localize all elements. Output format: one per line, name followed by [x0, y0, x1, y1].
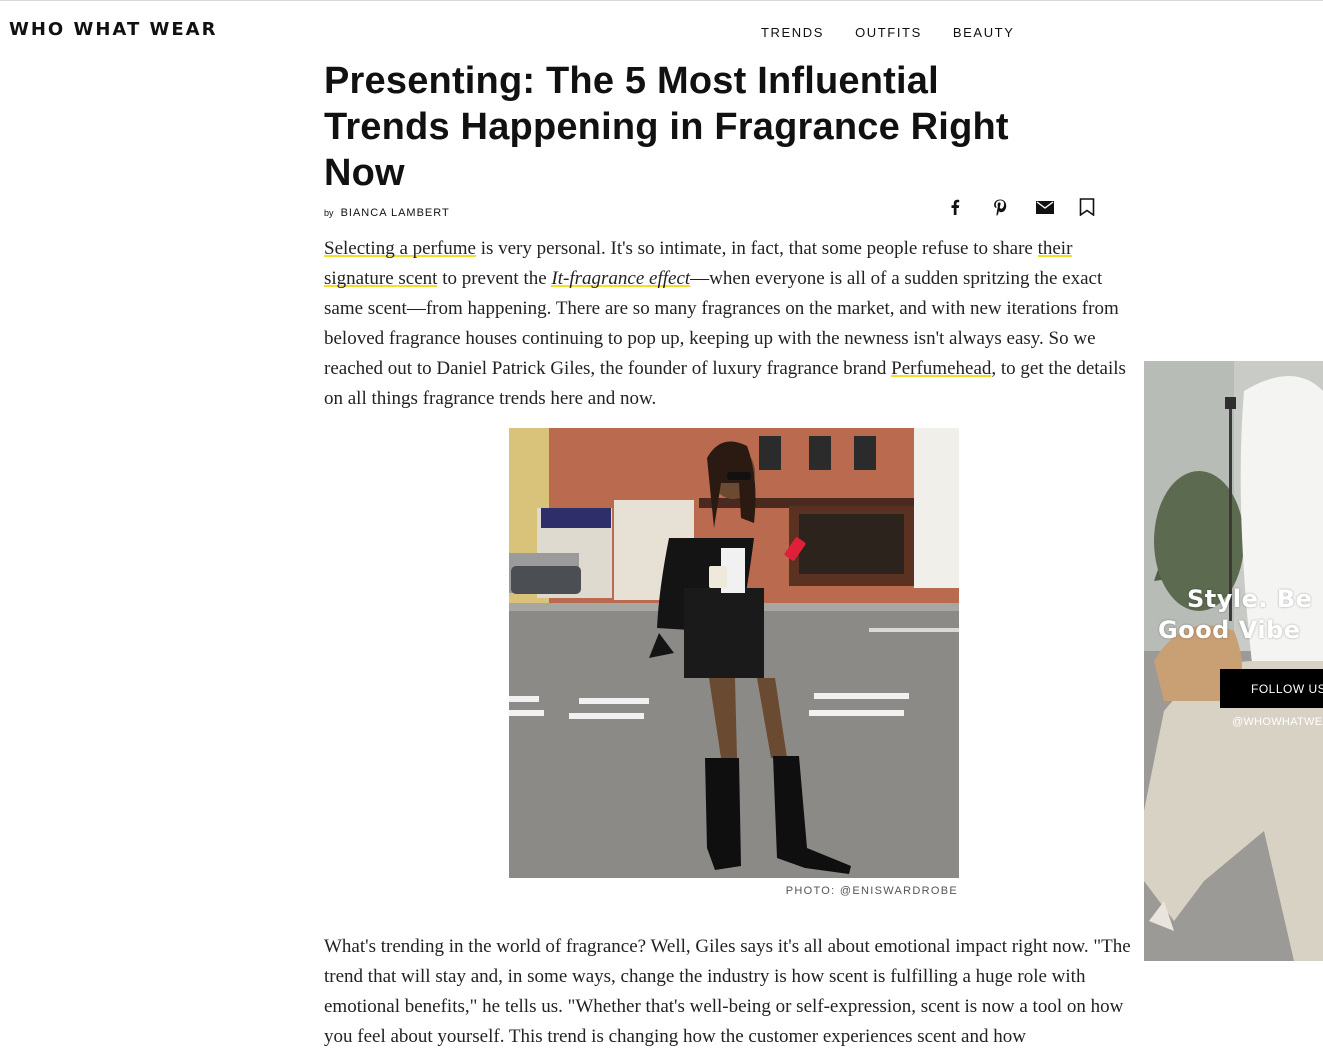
top-border: [0, 0, 1323, 1]
link-perfumehead[interactable]: Perfumehead: [891, 358, 992, 379]
follow-us-button[interactable]: FOLLOW US: [1220, 669, 1323, 708]
photo-credit: PHOTO: @ENISWARDROBE: [785, 885, 958, 897]
facebook-icon[interactable]: [950, 196, 993, 218]
author-name[interactable]: BIANCA LAMBERT: [341, 207, 450, 219]
pinterest-icon[interactable]: [993, 196, 1036, 218]
intro-paragraph: Selecting a perfume is very personal. It…: [324, 234, 1146, 414]
promo-headline: Style. Be Good Vibe: [1158, 584, 1323, 646]
share-bar: [950, 196, 1122, 218]
main-nav: TRENDS OUTFITS BEAUTY: [761, 25, 1015, 40]
nav-item-outfits[interactable]: OUTFITS: [855, 25, 922, 40]
promo-headline-line-2: Good Vibe: [1158, 616, 1301, 644]
byline: by BIANCA LAMBERT: [324, 207, 450, 219]
nav-item-beauty[interactable]: BEAUTY: [953, 25, 1015, 40]
nav-item-trends[interactable]: TRENDS: [761, 25, 824, 40]
side-promo-panel[interactable]: [1144, 361, 1323, 961]
promo-handle[interactable]: @WHOWHATWEA: [1232, 716, 1323, 728]
article-photo: [509, 428, 959, 878]
article-title: Presenting: The 5 Most Influential Trend…: [324, 60, 1009, 194]
link-it-fragrance-effect[interactable]: It-fragrance effect: [551, 268, 691, 289]
email-icon[interactable]: [1036, 196, 1079, 218]
link-selecting-a-perfume[interactable]: Selecting a perfume: [324, 238, 476, 259]
byline-prefix: by: [324, 208, 334, 218]
promo-headline-line-1: Style. Be: [1187, 585, 1313, 613]
intro-text-2: to prevent the: [437, 268, 552, 289]
intro-text-1: is very personal. It's so intimate, in f…: [475, 238, 1038, 259]
body-paragraph: What's trending in the world of fragranc…: [324, 936, 1131, 1047]
bookmark-icon[interactable]: [1079, 196, 1122, 218]
site-logo[interactable]: WHO WHAT WEAR: [9, 19, 217, 40]
